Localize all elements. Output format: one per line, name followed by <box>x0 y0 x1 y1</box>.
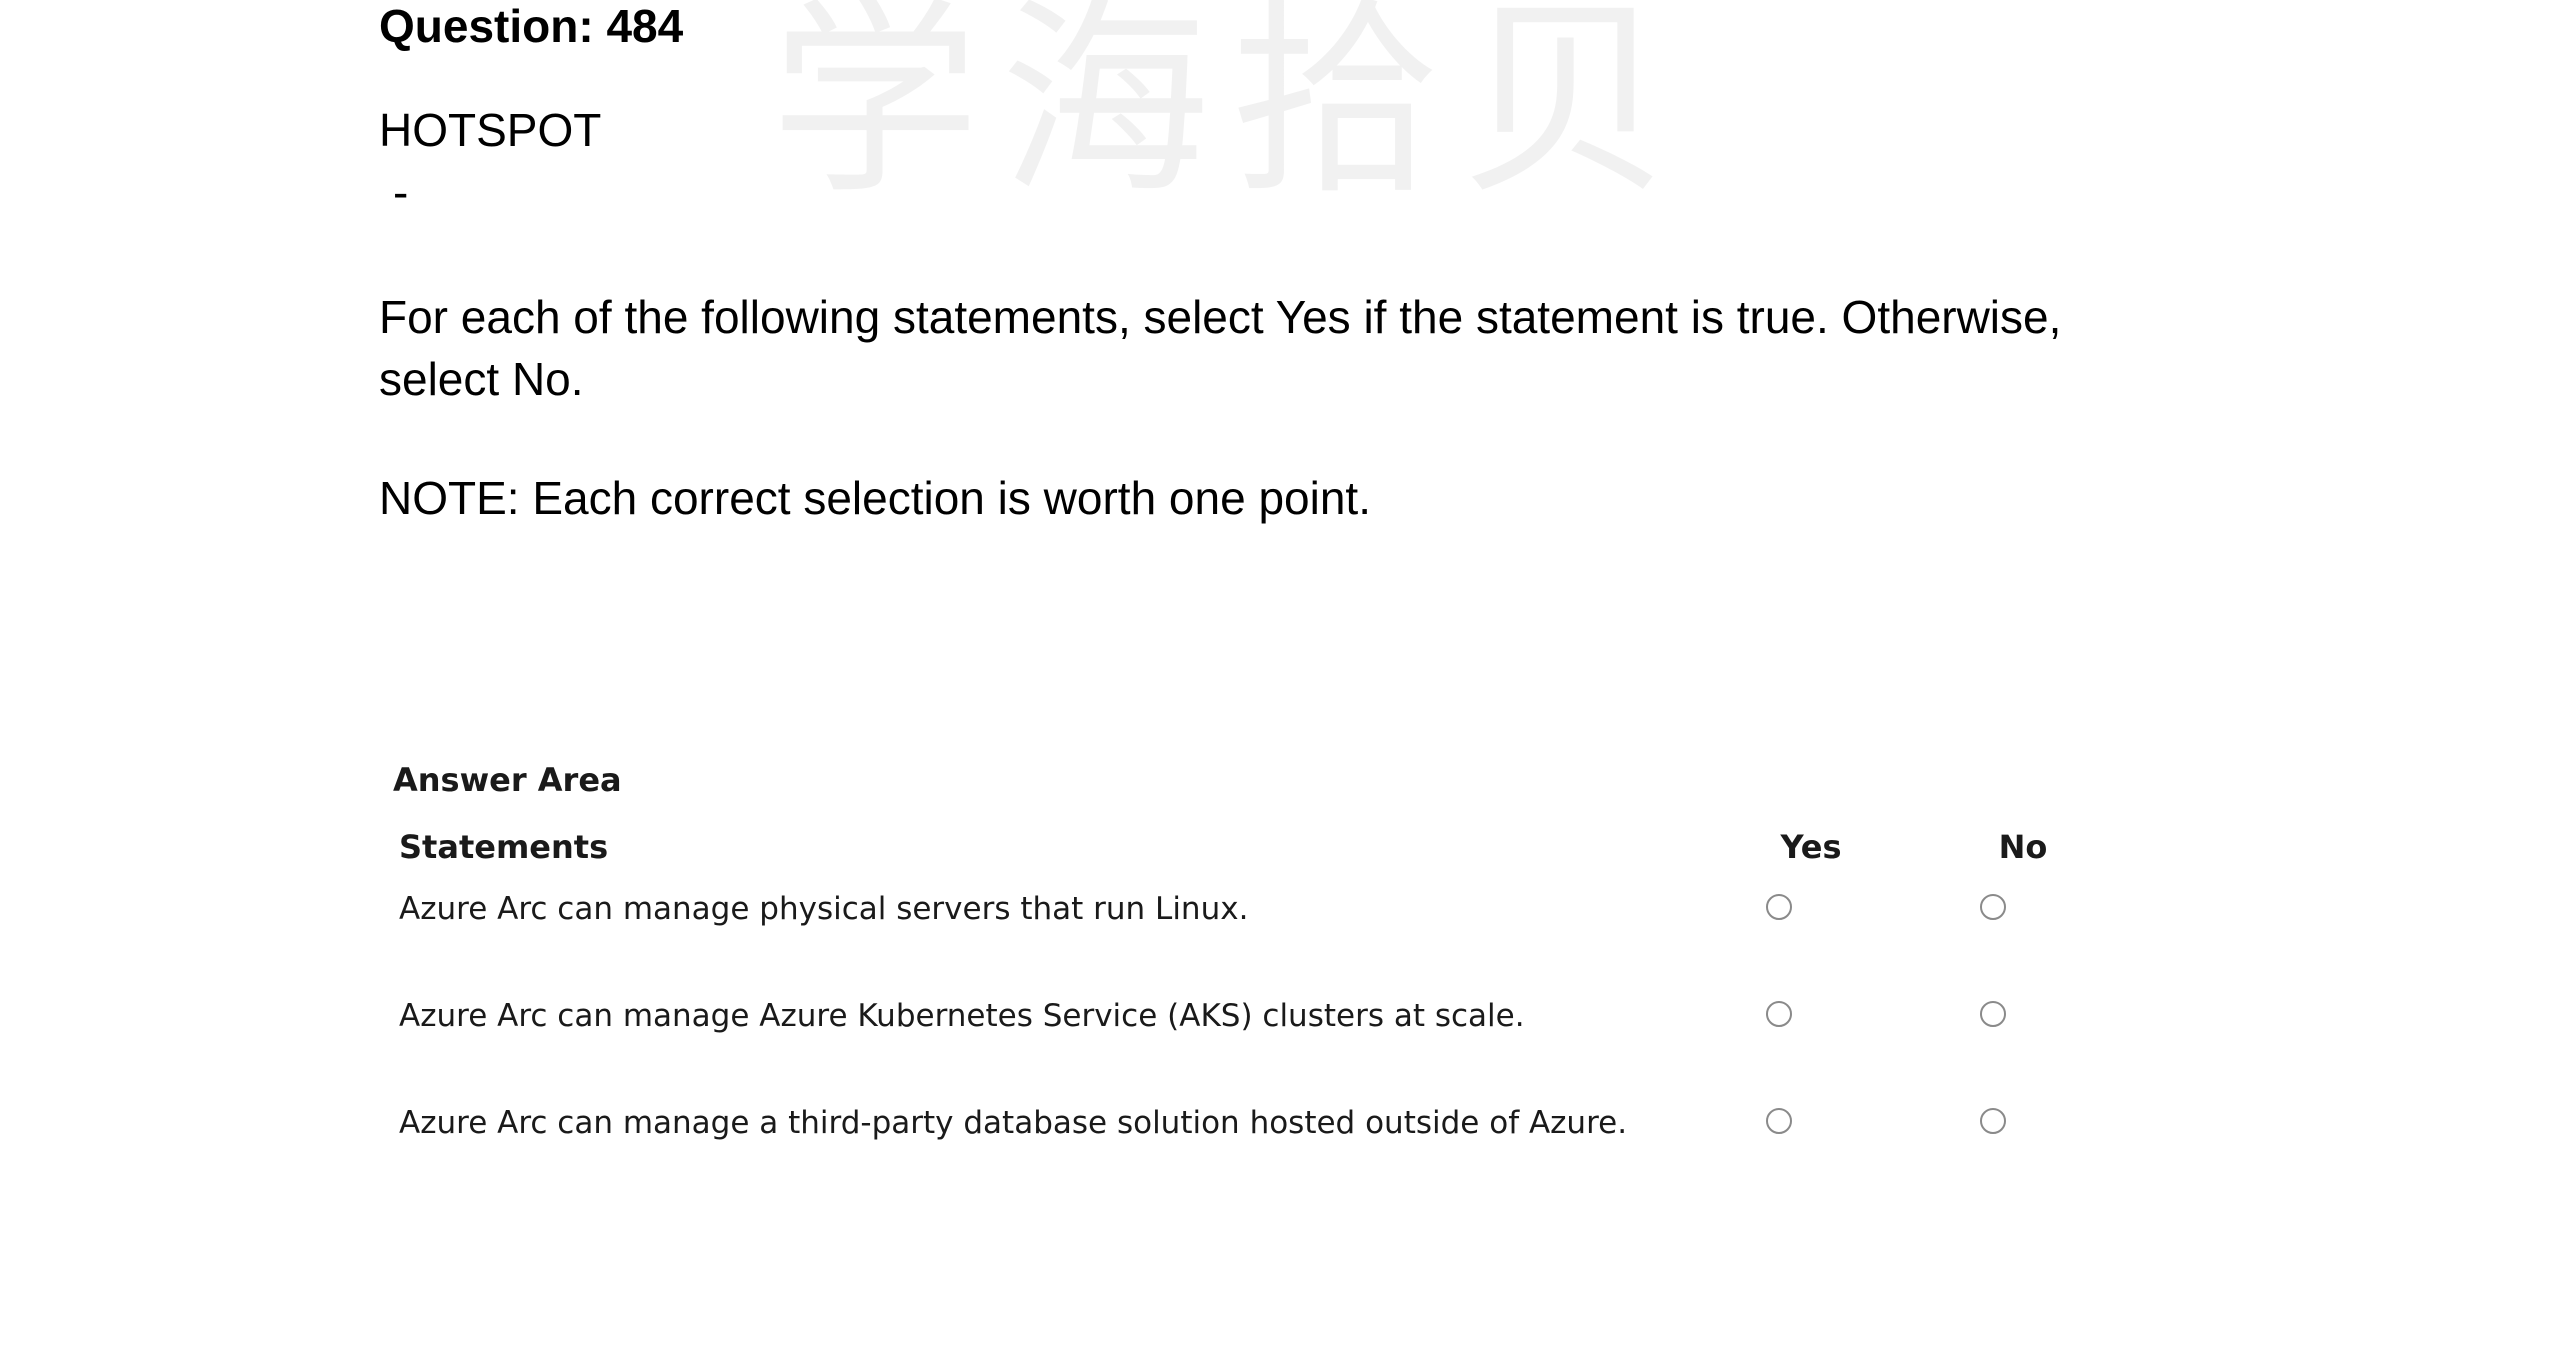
statement-2-yes-radio[interactable] <box>1766 1001 1792 1027</box>
answer-area-title: Answer Area <box>393 761 622 799</box>
statement-text: Azure Arc can manage a third-party datab… <box>399 1105 1628 1141</box>
statement-text: Azure Arc can manage physical servers th… <box>399 891 1249 927</box>
statement-2-no-radio[interactable] <box>1980 1001 2006 1027</box>
statement-1-yes-radio[interactable] <box>1766 894 1792 920</box>
watermark: 学海拾贝 <box>770 0 1691 223</box>
statement-1-no-radio[interactable] <box>1980 894 2006 920</box>
statement-3-no-radio[interactable] <box>1980 1108 2006 1134</box>
statement-row-1: Azure Arc can manage physical servers th… <box>393 884 2033 934</box>
question-note: NOTE: Each correct selection is worth on… <box>379 472 1371 524</box>
statement-text: Azure Arc can manage Azure Kubernetes Se… <box>399 998 1525 1034</box>
question-instructions: For each of the following statements, se… <box>379 291 2062 405</box>
question-dash: - <box>393 166 409 218</box>
yes-header: Yes <box>1780 828 1842 866</box>
statement-row-2: Azure Arc can manage Azure Kubernetes Se… <box>393 991 2033 1041</box>
statement-3-yes-radio[interactable] <box>1766 1108 1792 1134</box>
question-title: Question: 484 <box>379 0 684 52</box>
statement-row-3: Azure Arc can manage a third-party datab… <box>393 1098 2033 1148</box>
statements-header: Statements <box>399 828 609 866</box>
no-header: No <box>1998 828 2048 866</box>
question-type: HOTSPOT <box>379 104 602 156</box>
answer-table-header: Statements Yes No <box>393 827 2047 867</box>
